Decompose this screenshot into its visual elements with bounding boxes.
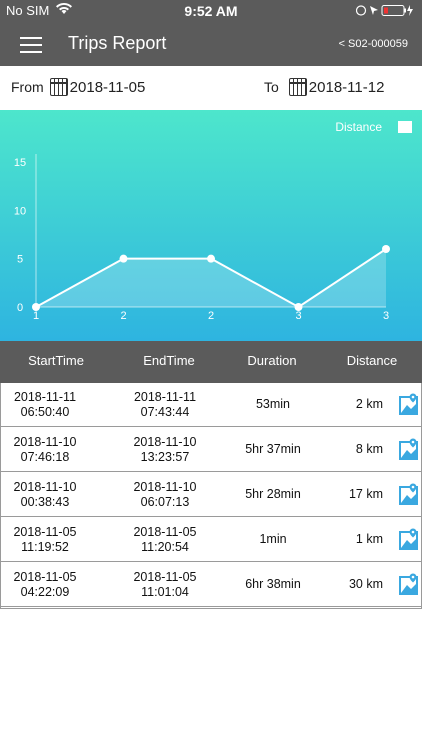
end-clock: 07:43:44 [140,405,190,419]
nav-bar: Trips Report < S02-000059 [0,22,422,66]
start-clock: 06:50:40 [20,405,70,419]
start-time-cell: 2018-11-11 06:50:40 [1,390,89,420]
calendar-icon [288,78,307,96]
start-date: 2018-11-10 [13,435,77,449]
end-clock: 11:01:04 [141,585,189,599]
duration-cell: 5hr 28min [245,487,301,501]
start-date: 2018-11-05 [13,525,77,539]
table-row[interactable]: 2018-11-11 06:50:40 2018-11-11 07:43:44 53mi… [1,383,422,427]
x-tick-label: 3 [295,310,301,322]
data-point [207,254,215,263]
to-date-value: 2018-11-12 [308,78,385,96]
start-time-cell: 2018-11-10 07:46:18 [1,435,89,465]
col-header-distance: Distance [346,353,398,368]
col-header-duration: Duration [247,353,297,368]
start-clock: 11:19:52 [21,540,69,554]
table-row[interactable]: 2018-11-10 00:38:43 2018-11-10 06:07:13 5hr … [1,473,422,517]
end-clock: 13:23:57 [140,450,190,464]
start-clock: 07:46:18 [20,450,70,464]
end-clock: 06:07:13 [140,495,190,509]
map-route-icon[interactable] [399,393,419,415]
table-header: StartTime EndTime Duration Distance [0,341,422,383]
legend-swatch [398,121,412,133]
start-date: 2018-11-10 [13,480,77,494]
distance-cell: 8 km [355,442,383,456]
table-row[interactable]: 2018-11-10 07:46:18 2018-11-10 13:23:57 5hr … [1,428,422,472]
distance-cell: 17 km [348,487,383,501]
end-time-cell: 2018-11-11 07:43:44 [113,390,217,420]
duration-cell: 53min [255,397,291,411]
y-tick-label: 5 [17,254,23,266]
end-date: 2018-11-10 [133,435,197,449]
from-date-picker[interactable]: From 2018-11-05 [11,78,145,96]
date-range-bar: From 2018-11-05 To 2018-11-12 [0,66,422,110]
distance-chart: Distance 0 5 10 15 1 2 2 3 3 [0,110,422,341]
start-date: 2018-11-05 [13,570,77,584]
chart-legend: Distance [335,120,412,134]
table-row[interactable]: 2018-11-05 11:19:52 2018-11-05 11:20:54 1min… [1,518,422,562]
start-time-cell: 2018-11-10 00:38:43 [1,480,89,510]
y-tick-label: 0 [17,302,23,314]
end-date: 2018-11-10 [133,480,197,494]
x-tick-label: 2 [208,310,214,322]
col-header-end: EndTime [143,353,195,368]
end-date: 2018-11-05 [133,570,197,584]
end-time-cell: 2018-11-10 13:23:57 [113,435,217,465]
end-clock: 11:20:54 [141,540,189,554]
data-point [119,254,128,263]
x-tick-label: 2 [120,310,126,322]
distance-cell: 30 km [348,577,383,591]
start-clock: 04:22:09 [20,585,70,599]
distance-cell: 2 km [355,397,383,411]
col-header-start: StartTime [28,353,84,368]
to-date-picker[interactable]: To 2018-11-12 [264,78,384,96]
table-row[interactable]: 2018-11-05 04:22:09 2018-11-05 11:01:04 6hr … [1,563,422,607]
battery-icon [355,4,414,20]
end-date: 2018-11-11 [133,390,197,404]
chart-plot: 0 5 10 15 1 2 2 3 3 [14,154,390,322]
end-time-cell: 2018-11-10 06:07:13 [113,480,217,510]
start-time-cell: 2018-11-05 11:19:52 [1,525,89,555]
distance-cell: 1 km [355,532,383,546]
menu-icon[interactable] [20,34,42,54]
map-route-icon[interactable] [399,483,419,505]
status-bar: No SIM 9:52 AM [0,0,422,22]
end-time-cell: 2018-11-05 11:20:54 [113,525,217,555]
x-tick-label: 3 [383,310,389,322]
device-back-link[interactable]: < S02-000059 [339,38,408,50]
end-date: 2018-11-05 [133,525,197,539]
y-tick-label: 10 [14,205,26,217]
duration-cell: 1min [259,532,287,546]
from-label: From [11,79,44,95]
map-route-icon[interactable] [399,438,419,460]
map-route-icon[interactable] [399,528,419,550]
calendar-icon [49,78,68,96]
start-date: 2018-11-11 [13,390,77,404]
y-tick-label: 15 [14,157,26,169]
map-route-icon[interactable] [399,573,419,595]
duration-cell: 5hr 37min [245,442,301,456]
x-tick-label: 1 [33,310,39,322]
legend-label: Distance [335,120,382,134]
start-time-cell: 2018-11-05 04:22:09 [1,570,89,600]
page-title: Trips Report [68,33,167,53]
to-label: To [264,79,279,95]
start-clock: 00:38:43 [20,495,70,509]
trips-table: 2018-11-11 06:50:40 2018-11-11 07:43:44 53mi… [0,383,422,609]
duration-cell: 6hr 38min [245,577,301,591]
end-time-cell: 2018-11-05 11:01:04 [113,570,217,600]
from-date-value: 2018-11-05 [69,78,146,96]
data-point [382,245,390,253]
